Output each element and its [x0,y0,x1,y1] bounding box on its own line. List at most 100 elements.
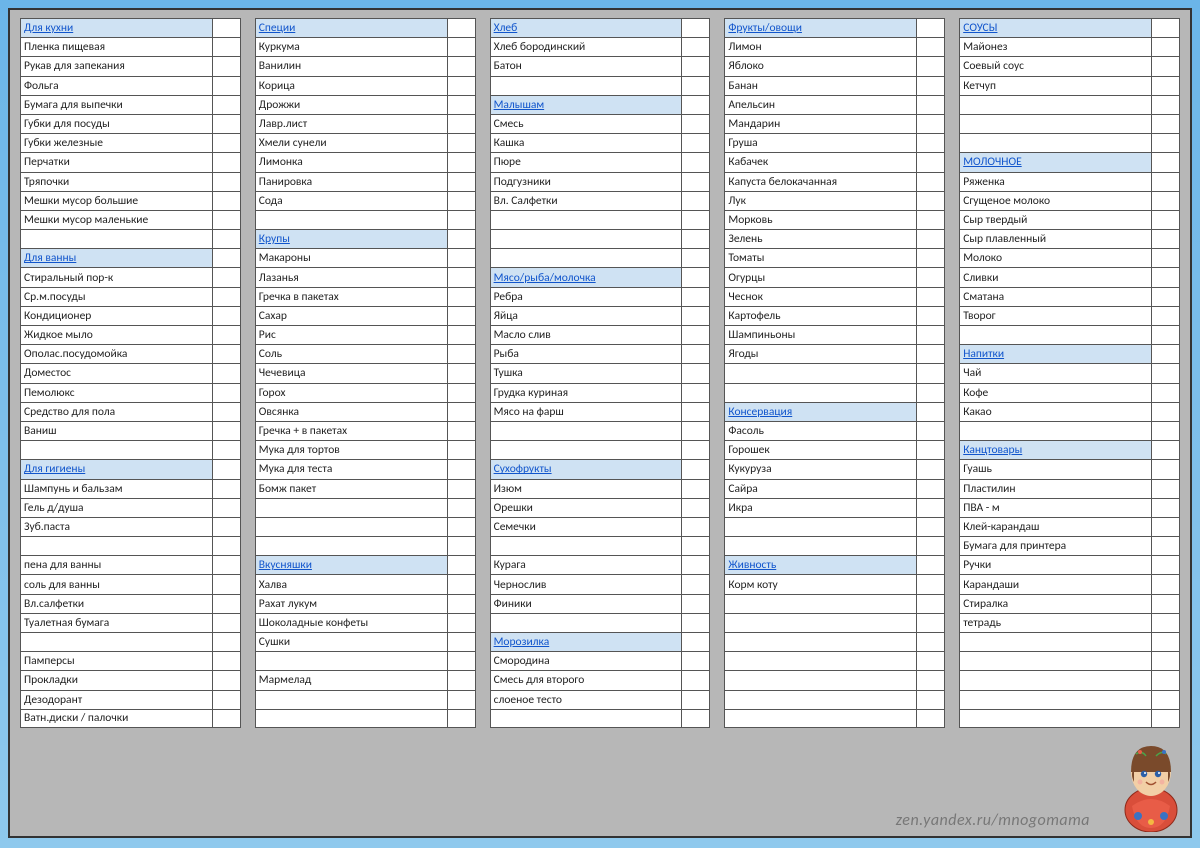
checkbox-cell[interactable] [213,211,241,229]
checkbox-cell[interactable] [213,173,241,191]
checkbox-cell[interactable] [1152,230,1180,248]
checkbox-cell[interactable] [682,633,710,651]
checkbox-cell[interactable] [448,115,476,133]
checkbox-cell[interactable] [448,57,476,75]
checkbox-cell[interactable] [682,422,710,440]
checkbox-cell[interactable] [213,575,241,593]
checkbox-cell[interactable] [213,345,241,363]
checkbox-cell[interactable] [682,134,710,152]
checkbox-cell[interactable] [448,19,476,37]
checkbox-cell[interactable] [917,460,945,478]
checkbox-cell[interactable] [1152,153,1180,171]
checkbox-cell[interactable] [213,384,241,402]
checkbox-cell[interactable] [1152,77,1180,95]
checkbox-cell[interactable] [448,288,476,306]
checkbox-cell[interactable] [1152,384,1180,402]
checkbox-cell[interactable] [448,441,476,459]
checkbox-cell[interactable] [213,153,241,171]
checkbox-cell[interactable] [213,77,241,95]
checkbox-cell[interactable] [917,115,945,133]
checkbox-cell[interactable] [682,441,710,459]
checkbox-cell[interactable] [213,441,241,459]
checkbox-cell[interactable] [917,268,945,286]
checkbox-cell[interactable] [448,460,476,478]
checkbox-cell[interactable] [682,249,710,267]
checkbox-cell[interactable] [213,710,241,727]
checkbox-cell[interactable] [448,307,476,325]
checkbox-cell[interactable] [1152,288,1180,306]
checkbox-cell[interactable] [917,153,945,171]
checkbox-cell[interactable] [1152,499,1180,517]
checkbox-cell[interactable] [917,499,945,517]
checkbox-cell[interactable] [917,441,945,459]
checkbox-cell[interactable] [682,518,710,536]
checkbox-cell[interactable] [917,96,945,114]
checkbox-cell[interactable] [213,268,241,286]
checkbox-cell[interactable] [1152,403,1180,421]
checkbox-cell[interactable] [682,211,710,229]
checkbox-cell[interactable] [448,518,476,536]
checkbox-cell[interactable] [213,556,241,574]
checkbox-cell[interactable] [213,518,241,536]
checkbox-cell[interactable] [917,480,945,498]
checkbox-cell[interactable] [682,307,710,325]
checkbox-cell[interactable] [917,192,945,210]
checkbox-cell[interactable] [213,595,241,613]
checkbox-cell[interactable] [213,691,241,709]
checkbox-cell[interactable] [682,710,710,727]
checkbox-cell[interactable] [213,326,241,344]
checkbox-cell[interactable] [448,38,476,56]
checkbox-cell[interactable] [1152,326,1180,344]
checkbox-cell[interactable] [213,364,241,382]
checkbox-cell[interactable] [917,537,945,555]
checkbox-cell[interactable] [682,288,710,306]
checkbox-cell[interactable] [1152,38,1180,56]
checkbox-cell[interactable] [682,77,710,95]
checkbox-cell[interactable] [1152,710,1180,727]
checkbox-cell[interactable] [682,575,710,593]
checkbox-cell[interactable] [213,96,241,114]
checkbox-cell[interactable] [682,153,710,171]
checkbox-cell[interactable] [213,38,241,56]
checkbox-cell[interactable] [448,614,476,632]
checkbox-cell[interactable] [917,288,945,306]
checkbox-cell[interactable] [448,691,476,709]
checkbox-cell[interactable] [682,671,710,689]
checkbox-cell[interactable] [682,403,710,421]
checkbox-cell[interactable] [1152,480,1180,498]
checkbox-cell[interactable] [682,19,710,37]
checkbox-cell[interactable] [1152,441,1180,459]
checkbox-cell[interactable] [1152,556,1180,574]
checkbox-cell[interactable] [917,384,945,402]
checkbox-cell[interactable] [448,384,476,402]
checkbox-cell[interactable] [682,499,710,517]
checkbox-cell[interactable] [448,96,476,114]
checkbox-cell[interactable] [917,345,945,363]
checkbox-cell[interactable] [213,499,241,517]
checkbox-cell[interactable] [682,192,710,210]
checkbox-cell[interactable] [448,153,476,171]
checkbox-cell[interactable] [213,633,241,651]
checkbox-cell[interactable] [448,364,476,382]
checkbox-cell[interactable] [213,460,241,478]
checkbox-cell[interactable] [1152,173,1180,191]
checkbox-cell[interactable] [213,230,241,248]
checkbox-cell[interactable] [213,422,241,440]
checkbox-cell[interactable] [213,19,241,37]
checkbox-cell[interactable] [1152,192,1180,210]
checkbox-cell[interactable] [917,556,945,574]
checkbox-cell[interactable] [917,633,945,651]
checkbox-cell[interactable] [682,691,710,709]
checkbox-cell[interactable] [1152,633,1180,651]
checkbox-cell[interactable] [1152,537,1180,555]
checkbox-cell[interactable] [1152,268,1180,286]
checkbox-cell[interactable] [682,173,710,191]
checkbox-cell[interactable] [448,403,476,421]
checkbox-cell[interactable] [448,422,476,440]
checkbox-cell[interactable] [917,691,945,709]
checkbox-cell[interactable] [448,268,476,286]
checkbox-cell[interactable] [448,671,476,689]
checkbox-cell[interactable] [917,364,945,382]
checkbox-cell[interactable] [1152,614,1180,632]
checkbox-cell[interactable] [1152,691,1180,709]
